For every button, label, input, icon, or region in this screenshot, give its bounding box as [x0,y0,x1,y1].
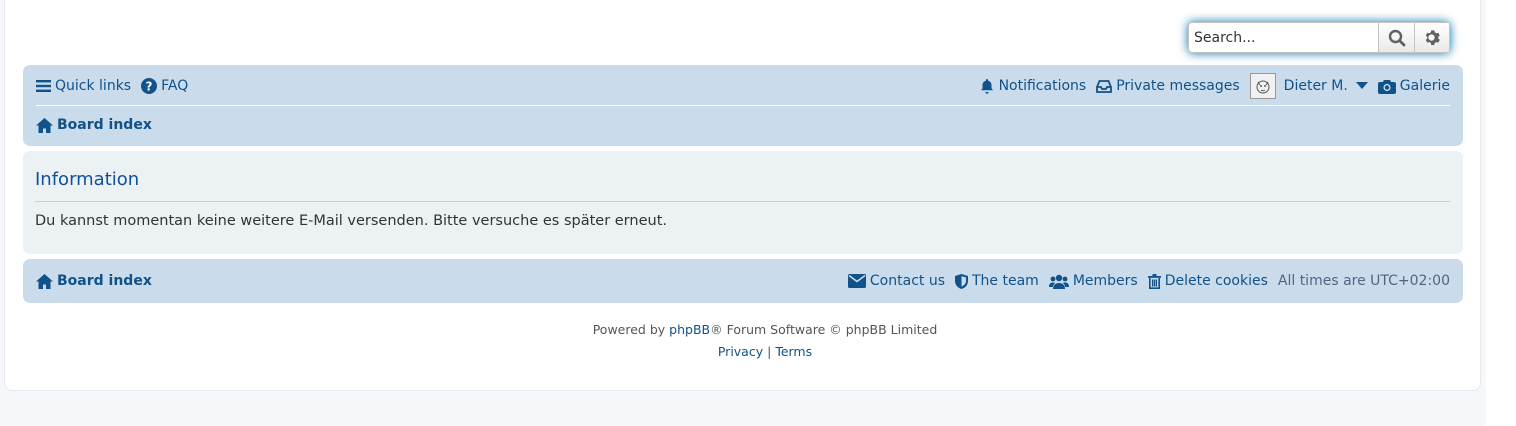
bell-icon [980,79,993,94]
powered-by-text: Powered by [592,322,666,337]
hamburger-icon [36,80,51,92]
search-button[interactable] [1378,23,1414,52]
members-link[interactable]: Members [1048,273,1138,289]
bottom-navbar: Board index Contact us The team Members … [23,259,1463,303]
galerie-label: Galerie [1399,78,1450,94]
private-messages-link[interactable]: Private messages [1096,78,1240,94]
username-label: Dieter M. [1283,78,1348,94]
legal-links: Privacy | Terms [0,341,1516,363]
contact-us-link[interactable]: Contact us [847,273,945,289]
search-icon [1388,29,1405,46]
gear-icon [1426,30,1441,45]
quick-links-label: Quick links [55,78,132,94]
powered-by-line: Powered by phpBB® Forum Software © phpBB… [0,319,1516,341]
terms-link[interactable]: Terms [775,344,812,359]
avatar-image [1256,80,1270,94]
footer-board-index-label: Board index [57,273,152,289]
the-team-link[interactable]: The team [955,273,1039,289]
private-messages-label: Private messages [1116,78,1240,94]
navbar-divider [36,105,1450,106]
faq-link[interactable]: ? FAQ [141,78,188,94]
home-icon [36,117,53,133]
top-navbar: Quick links ? FAQ Notifications Private … [23,65,1463,146]
home-icon [36,273,53,289]
contact-us-label: Contact us [869,273,945,289]
privacy-link[interactable]: Privacy [718,344,763,359]
faq-label: FAQ [161,78,189,94]
notifications-label: Notifications [998,78,1087,94]
envelope-icon [847,274,866,288]
caret-down-icon [1355,82,1368,89]
page-title: Information [35,169,140,190]
trash-icon [1147,273,1161,289]
question-circle-icon: ? [141,78,158,94]
phpbb-link[interactable]: phpBB [669,322,710,337]
svg-text:?: ? [146,80,153,94]
delete-cookies-link[interactable]: Delete cookies [1147,273,1268,289]
users-icon [1048,274,1069,289]
the-team-label: The team [972,273,1039,289]
quick-links-button[interactable]: Quick links [36,78,131,94]
members-label: Members [1072,273,1138,289]
notifications-button[interactable]: Notifications [979,78,1087,94]
galerie-link[interactable]: Galerie [1377,78,1450,94]
forum-software-text: ® Forum Software © phpBB Limited [710,322,938,337]
breadcrumb-board-index[interactable]: Board index [36,117,152,133]
search-box [1188,22,1450,53]
search-input[interactable] [1189,23,1379,52]
timezone-info: All times are UTC+02:00 [1277,273,1450,289]
legal-separator: | [767,344,772,359]
shield-icon [955,273,968,289]
footer-board-index[interactable]: Board index [36,273,152,289]
avatar [1249,73,1276,99]
delete-cookies-label: Delete cookies [1164,273,1268,289]
camera-icon [1377,79,1396,94]
inbox-icon [1096,80,1113,93]
information-panel: Information Du kannst momentan keine wei… [23,151,1463,254]
copyright-footer: Powered by phpBB® Forum Software © phpBB… [0,319,1516,363]
advanced-search-button[interactable] [1413,23,1450,52]
user-menu[interactable]: Dieter M. [1249,73,1368,99]
breadcrumb-label: Board index [57,117,152,133]
info-message: Du kannst momentan keine weitere E-Mail … [35,213,667,229]
panel-divider [35,201,1450,202]
